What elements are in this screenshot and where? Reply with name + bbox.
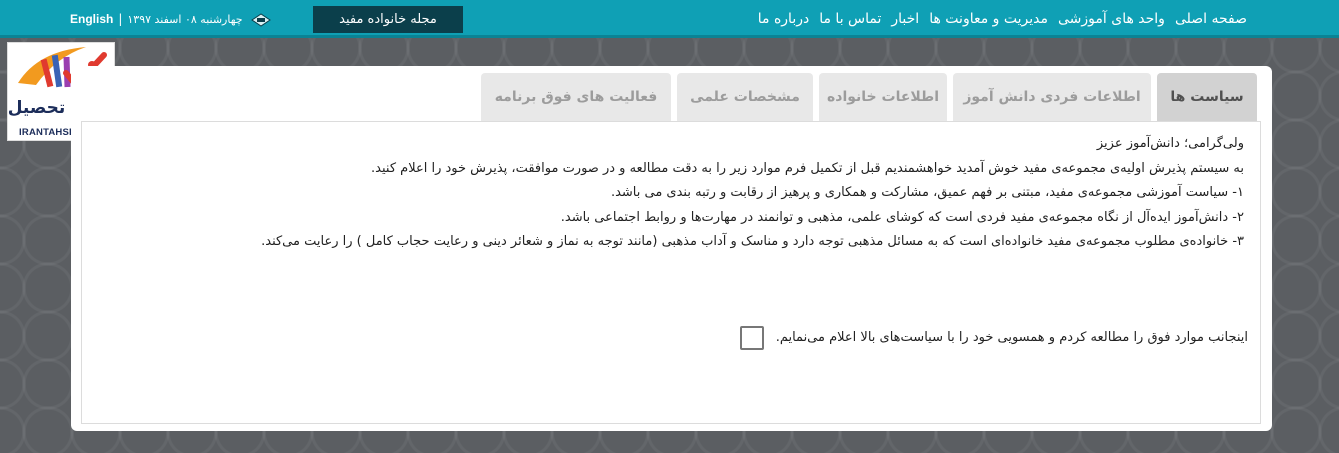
- english-language-link[interactable]: English: [70, 12, 113, 26]
- policy-item-2: ۲- دانش‌آموز ایده‌آل از نگاه مجموعه‌ی مف…: [560, 209, 1244, 225]
- nav-contact-link[interactable]: تماس با ما: [819, 11, 881, 27]
- nav-news-link[interactable]: اخبار: [891, 11, 919, 27]
- tab-extracurricular[interactable]: فعالیت های فوق برنامه: [481, 73, 671, 121]
- current-date: چهارشنبه ۰۸ اسفند ۱۳۹۷: [127, 12, 243, 26]
- tab-student-info[interactable]: اطلاعات فردی دانش آموز: [953, 73, 1151, 121]
- agreement-row: اینجانب موارد فوق را مطالعه کردم و همسوی…: [739, 326, 1248, 351]
- agreement-checkbox[interactable]: [739, 326, 764, 351]
- family-magazine-button[interactable]: مجله خانواده مفید: [313, 6, 463, 33]
- nav-home-link[interactable]: صفحه اصلی: [1175, 11, 1247, 27]
- policies-panel: ولی‌گرامی؛ دانش‌آموز عزیز به سیستم پذیرش…: [81, 121, 1261, 424]
- form-tabs: سیاست ها اطلاعات فردی دانش آموز اطلاعات …: [481, 73, 1257, 121]
- tab-academic-info[interactable]: مشخصات علمی: [677, 73, 813, 121]
- policy-item-1: ۱- سیاست آموزشی مجموعه‌ی مفید، مبتنی بر …: [610, 185, 1244, 201]
- nav-about-link[interactable]: درباره ما: [758, 11, 809, 27]
- policy-item-3: ۳- خانواده‌ی مطلوب مجموعه‌ی مفید خانواده…: [261, 234, 1244, 250]
- tab-family-info[interactable]: اطلاعات خانواده: [819, 73, 947, 121]
- tab-policies[interactable]: سیاست ها: [1157, 73, 1257, 121]
- nav-educational-units-link[interactable]: واحد های آموزشی: [1058, 11, 1165, 27]
- greeting-text: ولی‌گرامی؛ دانش‌آموز عزیز: [1096, 136, 1244, 151]
- separator: |: [118, 12, 123, 26]
- date-language-area: English | چهارشنبه ۰۸ اسفند ۱۳۹۷: [70, 0, 271, 38]
- calendar-icon: [250, 12, 271, 27]
- nav-management-link[interactable]: مدیریت و معاونت ها: [929, 11, 1048, 27]
- top-navigation-bar: صفحه اصلی واحد های آموزشی مدیریت و معاون…: [0, 0, 1339, 38]
- policy-form-card: سیاست ها اطلاعات فردی دانش آموز اطلاعات …: [71, 66, 1272, 431]
- intro-text: به سیستم پذیرش اولیه‌ی مجموعه‌ی مفید خوش…: [371, 160, 1244, 176]
- main-menu: صفحه اصلی واحد های آموزشی مدیریت و معاون…: [758, 0, 1247, 38]
- agreement-label: اینجانب موارد فوق را مطالعه کردم و همسوی…: [775, 330, 1248, 345]
